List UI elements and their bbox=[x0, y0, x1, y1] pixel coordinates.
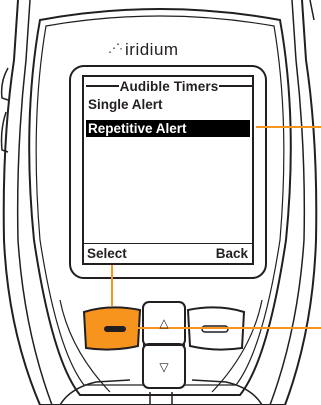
lcd-screen: Audible Timers Single Alert Repetitive A… bbox=[82, 75, 254, 265]
menu-item-single-alert[interactable]: Single Alert bbox=[86, 96, 250, 113]
iridium-logo-mark-icon: ⋰· bbox=[108, 41, 123, 55]
screen-title: Audible Timers bbox=[119, 78, 219, 94]
title-rule-left bbox=[86, 85, 119, 87]
softkey-label-select[interactable]: Select bbox=[87, 245, 127, 263]
softkey-bar: Select Back bbox=[84, 243, 252, 263]
up-arrow-icon: △ bbox=[159, 316, 169, 330]
title-rule-right bbox=[219, 85, 252, 87]
menu-item-repetitive-alert[interactable]: Repetitive Alert bbox=[86, 120, 250, 137]
side-button-upper bbox=[0, 67, 9, 101]
right-softkey[interactable] bbox=[188, 306, 244, 350]
iridium-logo-text: iridium bbox=[125, 40, 179, 59]
nav-up-key[interactable]: △ bbox=[143, 302, 185, 344]
iridium-logo: ⋰· iridium bbox=[108, 38, 228, 62]
down-arrow-icon: ▽ bbox=[159, 360, 169, 374]
nav-down-key[interactable]: ▽ bbox=[143, 346, 185, 388]
screen-title-row: Audible Timers bbox=[86, 78, 252, 94]
right-edge-line bbox=[309, 0, 315, 21]
softkey-label-back[interactable]: Back bbox=[216, 245, 248, 263]
left-softkey[interactable] bbox=[84, 306, 140, 350]
